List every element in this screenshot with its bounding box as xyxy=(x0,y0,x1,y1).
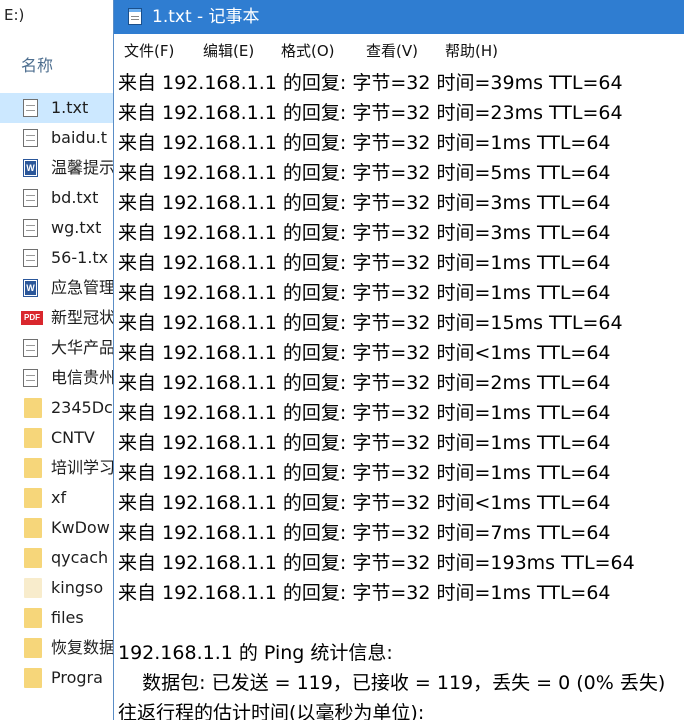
text-line: 来自 192.168.1.1 的回复: 字节=32 时间=3ms TTL=64 xyxy=(118,222,611,244)
menu-bar: 文件(F) 编辑(E) 格式(O) 查看(V) 帮助(H) xyxy=(114,36,684,66)
text-line: 来自 192.168.1.1 的回复: 字节=32 时间=23ms TTL=64 xyxy=(118,102,623,124)
folder-icon xyxy=(24,608,42,628)
title-bar[interactable]: 1.txt - 记事本 xyxy=(114,0,684,34)
text-line: 来自 192.168.1.1 的回复: 字节=32 时间=1ms TTL=64 xyxy=(118,252,611,274)
word-document-icon xyxy=(23,279,38,297)
file-list-item[interactable]: bd.txt xyxy=(0,183,115,213)
menu-format[interactable]: 格式(O) xyxy=(281,41,335,61)
name-column-header[interactable]: 名称 xyxy=(21,52,53,76)
folder-icon xyxy=(24,518,42,538)
file-name: KwDow xyxy=(51,518,110,537)
text-line: 来自 192.168.1.1 的回复: 字节=32 时间=39ms TTL=64 xyxy=(118,72,623,94)
address-fragment: E:) xyxy=(4,6,25,24)
text-line: 来自 192.168.1.1 的回复: 字节=32 时间=2ms TTL=64 xyxy=(118,372,611,394)
text-line: 数据包: 已发送 = 119，已接收 = 119，丢失 = 0 (0% 丢失) xyxy=(118,672,666,694)
folder-icon xyxy=(24,398,42,418)
notepad-icon xyxy=(128,8,142,25)
text-file-icon xyxy=(23,249,38,267)
text-file-icon xyxy=(23,189,38,207)
file-list-item[interactable]: 恢复数据 xyxy=(0,633,115,663)
file-name: 电信贵州 xyxy=(51,368,115,387)
file-list-item[interactable]: 培训学习 xyxy=(0,453,115,483)
file-list-item[interactable]: 应急管理 xyxy=(0,273,115,303)
text-file-icon xyxy=(23,129,38,147)
window-title: 1.txt - 记事本 xyxy=(152,7,260,27)
folder-icon xyxy=(24,458,42,478)
file-name: xf xyxy=(51,488,67,507)
text-line: 来自 192.168.1.1 的回复: 字节=32 时间=1ms TTL=64 xyxy=(118,132,611,154)
menu-file[interactable]: 文件(F) xyxy=(124,41,174,61)
text-file-icon xyxy=(23,219,38,237)
file-name: 56-1.tx xyxy=(51,248,109,267)
text-editor[interactable]: 来自 192.168.1.1 的回复: 字节=32 时间=39ms TTL=64… xyxy=(114,66,684,720)
file-name: bd.txt xyxy=(51,188,99,207)
word-document-icon xyxy=(23,159,38,177)
notepad-window: 1.txt - 记事本 文件(F) 编辑(E) 格式(O) 查看(V) 帮助(H… xyxy=(113,0,684,720)
file-list-item[interactable]: CNTV xyxy=(0,423,115,453)
file-list-item[interactable]: 2345Dc xyxy=(0,393,115,423)
file-name: 新型冠状 xyxy=(51,308,115,327)
text-content: 来自 192.168.1.1 的回复: 字节=32 时间=39ms TTL=64… xyxy=(118,68,665,720)
file-list-item[interactable]: xf xyxy=(0,483,115,513)
file-name: 应急管理 xyxy=(51,278,115,297)
file-name: baidu.t xyxy=(51,128,108,147)
text-file-icon xyxy=(23,339,38,357)
file-name: 恢复数据 xyxy=(51,638,115,657)
file-list-item[interactable]: files xyxy=(0,603,115,633)
file-name: CNTV xyxy=(51,428,95,447)
file-name: 温馨提示 xyxy=(51,158,115,177)
text-line: 来自 192.168.1.1 的回复: 字节=32 时间=1ms TTL=64 xyxy=(118,432,611,454)
text-line xyxy=(118,608,665,638)
file-list-item[interactable]: 电信贵州 xyxy=(0,363,115,393)
text-file-icon xyxy=(23,99,38,117)
file-list-item[interactable]: qycach xyxy=(0,543,115,573)
file-list-item[interactable]: 大华产品 xyxy=(0,333,115,363)
file-list-item[interactable]: 新型冠状 xyxy=(0,303,115,333)
file-name: Progra xyxy=(51,668,103,687)
text-line: 来自 192.168.1.1 的回复: 字节=32 时间=5ms TTL=64 xyxy=(118,162,611,184)
folder-icon xyxy=(24,548,42,568)
file-list-item[interactable]: Progra xyxy=(0,663,115,693)
text-line: 来自 192.168.1.1 的回复: 字节=32 时间=3ms TTL=64 xyxy=(118,192,611,214)
file-name: 培训学习 xyxy=(51,458,115,477)
text-line: 192.168.1.1 的 Ping 统计信息: xyxy=(118,642,393,664)
file-name: 大华产品 xyxy=(51,338,115,357)
text-file-icon xyxy=(23,369,38,387)
text-line: 来自 192.168.1.1 的回复: 字节=32 时间=1ms TTL=64 xyxy=(118,462,611,484)
file-list-item[interactable]: baidu.t xyxy=(0,123,115,153)
folder-icon xyxy=(24,578,42,598)
file-list-item[interactable]: 1.txt xyxy=(0,93,115,123)
file-list: 1.txt baidu.t 温馨提示 bd.txt wg.txt 56-1.tx 应急管理新… xyxy=(0,93,115,693)
text-line: 来自 192.168.1.1 的回复: 字节=32 时间=1ms TTL=64 xyxy=(118,282,611,304)
menu-edit[interactable]: 编辑(E) xyxy=(203,41,254,61)
menu-view[interactable]: 查看(V) xyxy=(366,41,418,61)
file-list-item[interactable]: 温馨提示 xyxy=(0,153,115,183)
file-name: 2345Dc xyxy=(51,398,113,417)
folder-icon xyxy=(24,488,42,508)
text-line: 来自 192.168.1.1 的回复: 字节=32 时间=193ms TTL=6… xyxy=(118,552,635,574)
text-line: 来自 192.168.1.1 的回复: 字节=32 时间<1ms TTL=64 xyxy=(118,342,611,364)
file-name: 1.txt xyxy=(51,98,89,117)
file-explorer-pane: E:) 名称 1.txt baidu.t 温馨提示 bd.txt wg.txt 56-1.… xyxy=(0,0,115,720)
pdf-file-icon xyxy=(21,311,43,325)
text-line: 往返行程的估计时间(以毫秒为单位): xyxy=(118,702,425,720)
file-name: files xyxy=(51,608,84,627)
text-line: 来自 192.168.1.1 的回复: 字节=32 时间=1ms TTL=64 xyxy=(118,402,611,424)
file-name: qycach xyxy=(51,548,109,567)
text-line: 来自 192.168.1.1 的回复: 字节=32 时间=7ms TTL=64 xyxy=(118,522,611,544)
folder-icon xyxy=(24,428,42,448)
text-line: 来自 192.168.1.1 的回复: 字节=32 时间<1ms TTL=64 xyxy=(118,492,611,514)
text-line: 来自 192.168.1.1 的回复: 字节=32 时间=15ms TTL=64 xyxy=(118,312,623,334)
file-list-item[interactable]: 56-1.tx xyxy=(0,243,115,273)
file-list-item[interactable]: wg.txt xyxy=(0,213,115,243)
folder-icon xyxy=(24,638,42,658)
text-line: 来自 192.168.1.1 的回复: 字节=32 时间=1ms TTL=64 xyxy=(118,582,611,604)
menu-help[interactable]: 帮助(H) xyxy=(445,41,498,61)
file-list-item[interactable]: kingso xyxy=(0,573,115,603)
file-name: wg.txt xyxy=(51,218,102,237)
folder-icon xyxy=(24,668,42,688)
file-name: kingso xyxy=(51,578,104,597)
file-list-item[interactable]: KwDow xyxy=(0,513,115,543)
